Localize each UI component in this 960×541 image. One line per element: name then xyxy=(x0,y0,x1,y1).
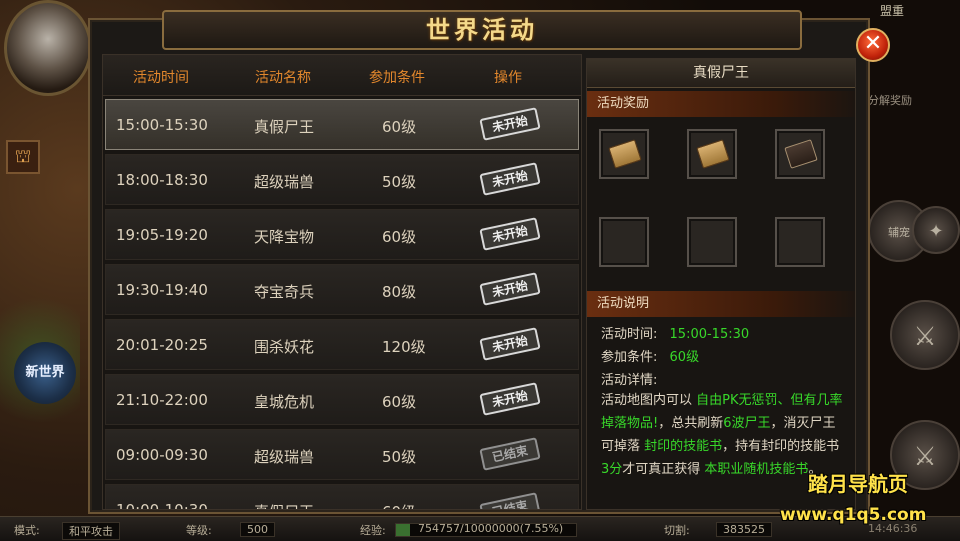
description-segment: 活动地图内可以 xyxy=(601,393,697,408)
gold-label: 切割: xyxy=(664,524,690,537)
table-row[interactable]: 21:10-22:00 皇城危机 60级 未开始 xyxy=(105,374,579,425)
table-header: 活动时间 活动名称 参加条件 操作 xyxy=(103,55,581,96)
header-action: 操作 xyxy=(494,70,522,86)
reward-slot[interactable] xyxy=(775,217,825,267)
status-stamp: 未开始 xyxy=(479,272,541,306)
row-time: 18:00-18:30 xyxy=(116,171,208,189)
reward-slot[interactable] xyxy=(775,129,825,179)
description-segment: 6波尸王 xyxy=(723,416,771,431)
xp-value: 754757/10000000(7.55%) xyxy=(418,522,564,535)
mode-value[interactable]: 和平攻击 xyxy=(62,522,120,540)
map-name-label: 盟重 xyxy=(880,4,905,18)
condition-value: 60级 xyxy=(669,350,700,365)
scroll-icon xyxy=(608,139,642,169)
status-stamp: 已结束 xyxy=(479,437,541,471)
row-time: 20:01-20:25 xyxy=(116,336,208,354)
table-row[interactable]: 15:00-15:30 真假尸王 60级 未开始 xyxy=(105,99,579,150)
watermark-url: www.q1q5.com xyxy=(780,505,927,525)
row-name: 超级瑞兽 xyxy=(254,173,315,191)
detail-title: 真假尸王 xyxy=(587,59,855,88)
row-condition: 60级 xyxy=(382,501,416,509)
table-row[interactable]: 18:00-18:30 超级瑞兽 50级 未开始 xyxy=(105,154,579,205)
row-name: 围杀妖花 xyxy=(254,338,315,356)
status-stamp: 未开始 xyxy=(479,382,541,416)
row-condition: 50级 xyxy=(382,448,417,466)
skill-book-icon xyxy=(784,139,818,169)
description-segment: 3分 xyxy=(601,462,623,477)
status-stamp: 未开始 xyxy=(479,107,541,141)
target-icon[interactable]: ✦ xyxy=(912,206,960,254)
time-row: 活动时间: 15:00-15:30 xyxy=(601,323,749,342)
level-label: 等级: xyxy=(186,524,212,537)
time-label: 活动时间: xyxy=(601,327,658,342)
row-condition: 120级 xyxy=(382,338,426,356)
table-row[interactable]: 09:00-09:30 超级瑞兽 50级 已结束 xyxy=(105,429,579,480)
reward-slot[interactable] xyxy=(599,217,649,267)
row-name: 皇城危机 xyxy=(254,393,315,411)
row-time: 21:10-22:00 xyxy=(116,391,208,409)
description-segment: 本职业随机技能书 xyxy=(704,462,809,477)
reward-slot[interactable] xyxy=(687,129,737,179)
row-time: 10:00-10:30 xyxy=(116,501,208,510)
description-segment: ，持有封印的技能书 xyxy=(722,439,840,454)
reward-hint-text: 分解奖励 xyxy=(868,94,912,107)
activity-table: 活动时间 活动名称 参加条件 操作 15:00-15:30 真假尸王 60级 未开始 1… xyxy=(102,54,582,510)
table-row[interactable]: 20:01-20:25 围杀妖花 120级 未开始 xyxy=(105,319,579,370)
time-value: 15:00-15:30 xyxy=(669,327,750,342)
header-condition: 参加条件 xyxy=(369,70,425,86)
row-time: 19:30-19:40 xyxy=(116,281,208,299)
description-segment: ，总共刷新 xyxy=(658,416,724,431)
activity-detail-panel: 真假尸王 活动奖励 活动说明 活动时间: 15:00-15:30 参加条件: 6… xyxy=(586,58,856,510)
status-stamp: 未开始 xyxy=(479,217,541,251)
detail-label: 活动详情: xyxy=(601,373,658,388)
status-stamp: 未开始 xyxy=(479,327,541,361)
row-name: 天降宝物 xyxy=(254,228,315,246)
reward-section-header: 活动奖励 xyxy=(587,91,855,117)
reward-slot[interactable] xyxy=(599,129,649,179)
dialog-title-bar: 世界活动 xyxy=(162,10,802,50)
condition-label: 参加条件: xyxy=(601,350,658,365)
desc-section-header: 活动说明 xyxy=(587,291,855,317)
table-row[interactable]: 10:00-10:30 真假尸王 60级 已结束 xyxy=(105,484,579,510)
row-condition: 60级 xyxy=(382,118,417,136)
condition-row: 参加条件: 60级 xyxy=(601,346,699,365)
row-name: 超级瑞兽 xyxy=(254,448,315,466)
player-avatar[interactable] xyxy=(4,0,92,96)
description-segment: 封印的技能书 xyxy=(644,439,723,454)
status-stamp: 未开始 xyxy=(479,162,541,196)
scroll-icon xyxy=(696,139,730,169)
row-condition: 60级 xyxy=(382,228,417,246)
header-name: 活动名称 xyxy=(255,70,311,86)
reward-slot[interactable] xyxy=(687,217,737,267)
xp-fill xyxy=(396,524,410,536)
close-button[interactable]: ✕ xyxy=(856,28,890,62)
new-world-button[interactable]: 新世界 xyxy=(14,342,76,404)
xp-label: 经验: xyxy=(360,524,386,537)
gold-value: 383525 xyxy=(716,522,772,537)
status-stamp: 已结束 xyxy=(479,492,541,509)
row-name: 真假尸王 xyxy=(254,501,314,509)
world-activity-dialog: 世界活动 活动时间 活动名称 参加条件 操作 15:00-15:30 真假尸王 60… xyxy=(88,10,890,514)
row-condition: 50级 xyxy=(382,173,417,191)
row-condition: 80级 xyxy=(382,283,417,301)
dialog-title: 世界活动 xyxy=(426,16,538,44)
castle-icon[interactable]: ⛫ xyxy=(6,140,40,174)
row-time: 09:00-09:30 xyxy=(116,446,208,464)
level-value: 500 xyxy=(240,522,275,537)
sword-skill-icon[interactable]: ⚔ xyxy=(890,300,960,370)
row-name: 夺宝奇兵 xyxy=(254,283,315,301)
description-segment: 才可真正获得 xyxy=(622,462,705,477)
mode-label: 模式: xyxy=(14,524,40,537)
table-row[interactable]: 19:05-19:20 天降宝物 60级 未开始 xyxy=(105,209,579,260)
table-row[interactable]: 19:30-19:40 夺宝奇兵 80级 未开始 xyxy=(105,264,579,315)
row-condition: 60级 xyxy=(382,393,417,411)
row-name: 真假尸王 xyxy=(254,118,315,136)
header-time: 活动时间 xyxy=(133,70,189,86)
row-time: 15:00-15:30 xyxy=(116,116,208,134)
watermark-title: 踏月导航页 xyxy=(808,472,908,496)
row-time: 19:05-19:20 xyxy=(116,226,208,244)
